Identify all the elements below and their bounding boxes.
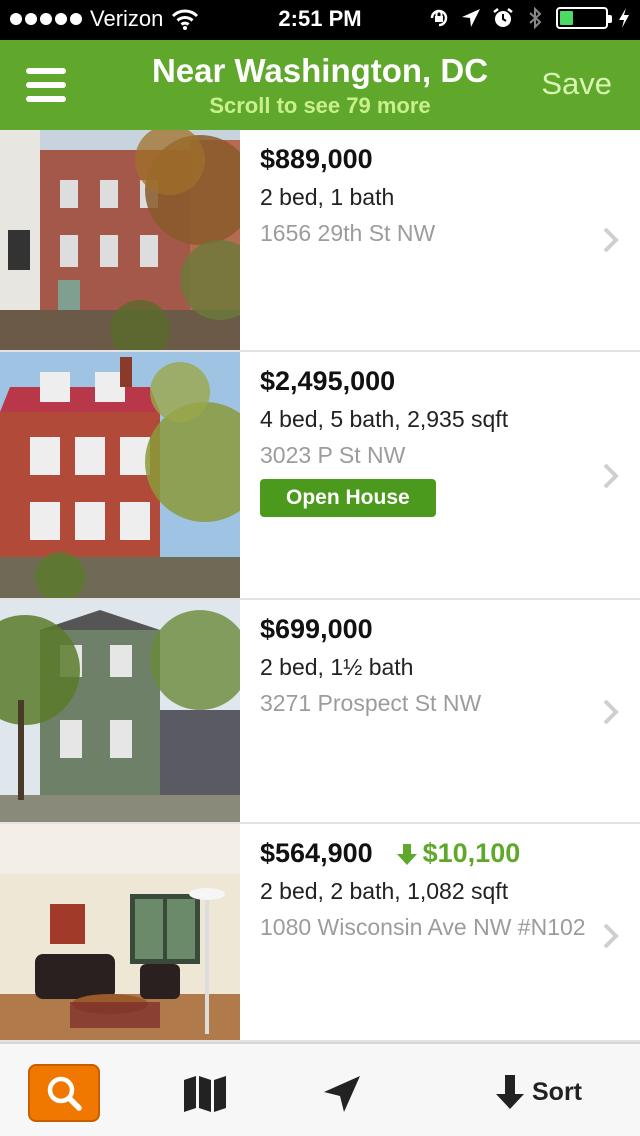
listing-price: $699,000 — [260, 614, 373, 644]
battery-icon — [556, 7, 612, 29]
listing-price: $889,000 — [260, 144, 373, 174]
listing-address: 3271 Prospect St NW — [260, 690, 482, 716]
chevron-right-icon — [603, 923, 619, 949]
location-arrow-icon — [324, 1076, 360, 1112]
listing-price: $564,900 — [260, 838, 373, 868]
listing-details: 2 bed, 2 bath, 1,082 sqft — [260, 878, 509, 904]
search-icon — [47, 1076, 82, 1111]
location-services-icon — [462, 9, 480, 27]
listing-price: $2,495,000 — [260, 366, 396, 396]
listing-address: 1080 Wisconsin Ave NW #N102 — [260, 914, 586, 940]
sort-label: Sort — [532, 1077, 582, 1106]
chevron-right-icon — [603, 227, 619, 253]
open-house-badge: Open House — [260, 479, 436, 517]
listing-details: 2 bed, 1 bath — [260, 184, 395, 210]
map-tab-button[interactable] — [182, 1074, 228, 1114]
orientation-lock-icon — [430, 9, 448, 27]
sort-arrow-icon — [496, 1075, 524, 1109]
status-bar: Verizon 2:51 PM — [0, 0, 640, 40]
nav-header: Near Washington, DC Scroll to see 79 mor… — [0, 40, 640, 130]
alarm-icon — [493, 8, 513, 27]
price-drop-arrow-icon — [396, 843, 417, 865]
listing-photo — [0, 824, 240, 1040]
listing-item[interactable]: $889,000 2 bed, 1 bath 1656 29th St NW — [0, 130, 640, 352]
listing-details: 4 bed, 5 bath, 2,935 sqft — [260, 406, 509, 432]
bottom-toolbar: Sort — [0, 1042, 640, 1136]
current-location-button[interactable] — [320, 1072, 364, 1116]
map-icon — [184, 1076, 226, 1112]
charging-bolt-icon — [619, 8, 629, 28]
listing-item[interactable]: $564,900 $10,100 2 bed, 2 bath, 1,082 sq… — [0, 824, 640, 1042]
chevron-right-icon — [603, 463, 619, 489]
price-drop-amount: $10,100 — [422, 838, 521, 868]
listing-info: $699,000 2 bed, 1½ bath 3271 Prospect St… — [260, 614, 610, 717]
search-tab-button[interactable] — [28, 1064, 100, 1122]
status-right — [428, 7, 630, 29]
listing-info: $564,900 $10,100 2 bed, 2 bath, 1,082 sq… — [260, 838, 610, 941]
price-drop: $10,100 — [395, 838, 521, 869]
listing-photo — [0, 600, 240, 822]
listing-info: $2,495,000 4 bed, 5 bath, 2,935 sqft 302… — [260, 366, 610, 517]
sort-button[interactable]: Sort — [494, 1072, 582, 1112]
chevron-right-icon — [603, 699, 619, 725]
listing-item[interactable]: $2,495,000 4 bed, 5 bath, 2,935 sqft 302… — [0, 352, 640, 600]
listing-address: 3023 P St NW — [260, 442, 406, 468]
listing-item[interactable]: $699,000 2 bed, 1½ bath 3271 Prospect St… — [0, 600, 640, 824]
listing-photo — [0, 130, 240, 350]
listing-details: 2 bed, 1½ bath — [260, 654, 414, 680]
listing-list[interactable]: $889,000 2 bed, 1 bath 1656 29th St NW $… — [0, 130, 640, 1042]
bluetooth-icon — [529, 7, 542, 29]
listing-info: $889,000 2 bed, 1 bath 1656 29th St NW — [260, 144, 610, 247]
listing-photo — [0, 352, 240, 598]
save-search-button[interactable]: Save — [541, 66, 612, 102]
listing-address: 1656 29th St NW — [260, 220, 436, 246]
